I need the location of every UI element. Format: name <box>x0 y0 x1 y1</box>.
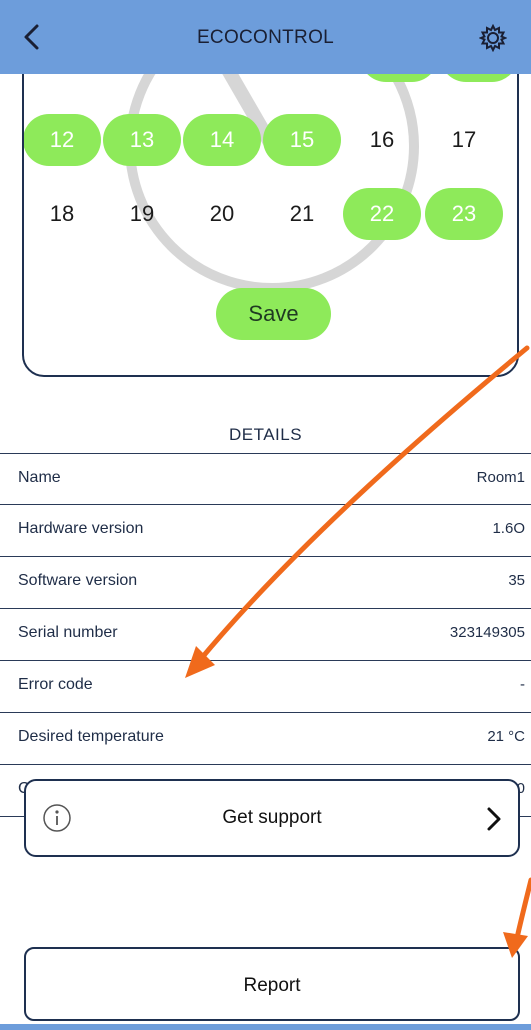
app-header: ECOCONTROL <box>0 0 531 74</box>
gear-icon[interactable] <box>479 24 507 52</box>
hour-chip[interactable]: 16 <box>343 114 421 166</box>
report-button[interactable]: Report <box>24 947 520 1021</box>
detail-value: Room1 <box>476 469 525 486</box>
save-button[interactable]: Save <box>216 288 331 340</box>
detail-row: Software version 35 <box>0 557 531 609</box>
app-title: ECOCONTROL <box>196 27 335 48</box>
detail-row: Hardware version 1.6O <box>0 505 531 557</box>
hour-chip[interactable]: 23 <box>425 188 503 240</box>
detail-row: Desired temperature 21 °C <box>0 713 531 765</box>
detail-key: Name <box>18 469 61 486</box>
detail-key: Software version <box>18 572 138 589</box>
detail-value: - <box>520 676 525 693</box>
hour-chip[interactable]: 17 <box>425 114 503 166</box>
chevron-right-icon <box>487 807 501 831</box>
detail-row: Error code - <box>0 661 531 713</box>
detail-row: Serial number 323149305 <box>0 609 531 661</box>
hour-chip[interactable]: 12 <box>24 114 101 166</box>
schedule-card: 12 13 14 15 16 17 18 19 20 21 22 23 Save <box>22 40 519 377</box>
hour-chip[interactable]: 19 <box>103 188 181 240</box>
detail-key: Serial number <box>18 624 118 641</box>
annotation-arrow-report <box>514 877 531 941</box>
detail-key: Error code <box>18 676 93 693</box>
report-label: Report <box>243 975 301 996</box>
detail-value: 21 °C <box>487 728 525 745</box>
hour-chip[interactable]: 14 <box>183 114 261 166</box>
detail-key: Hardware version <box>18 520 144 537</box>
get-support-label: Get support <box>222 807 322 828</box>
details-heading: DETAILS <box>228 425 303 444</box>
get-support-button[interactable]: Get support <box>24 779 520 857</box>
hour-chip[interactable]: 22 <box>343 188 421 240</box>
bottom-bar <box>0 1024 531 1030</box>
hour-chip[interactable]: 13 <box>103 114 181 166</box>
detail-value: 323149305 <box>449 624 525 641</box>
hour-chip[interactable]: 20 <box>183 188 261 240</box>
detail-row: Name Room1 <box>0 453 531 505</box>
hour-chip[interactable]: 21 <box>263 188 341 240</box>
detail-key: Desired temperature <box>18 728 164 745</box>
detail-value: 1.6O <box>492 520 525 537</box>
hour-chip[interactable]: 18 <box>24 188 101 240</box>
detail-value: 35 <box>508 572 525 589</box>
hour-chip[interactable]: 15 <box>263 114 341 166</box>
